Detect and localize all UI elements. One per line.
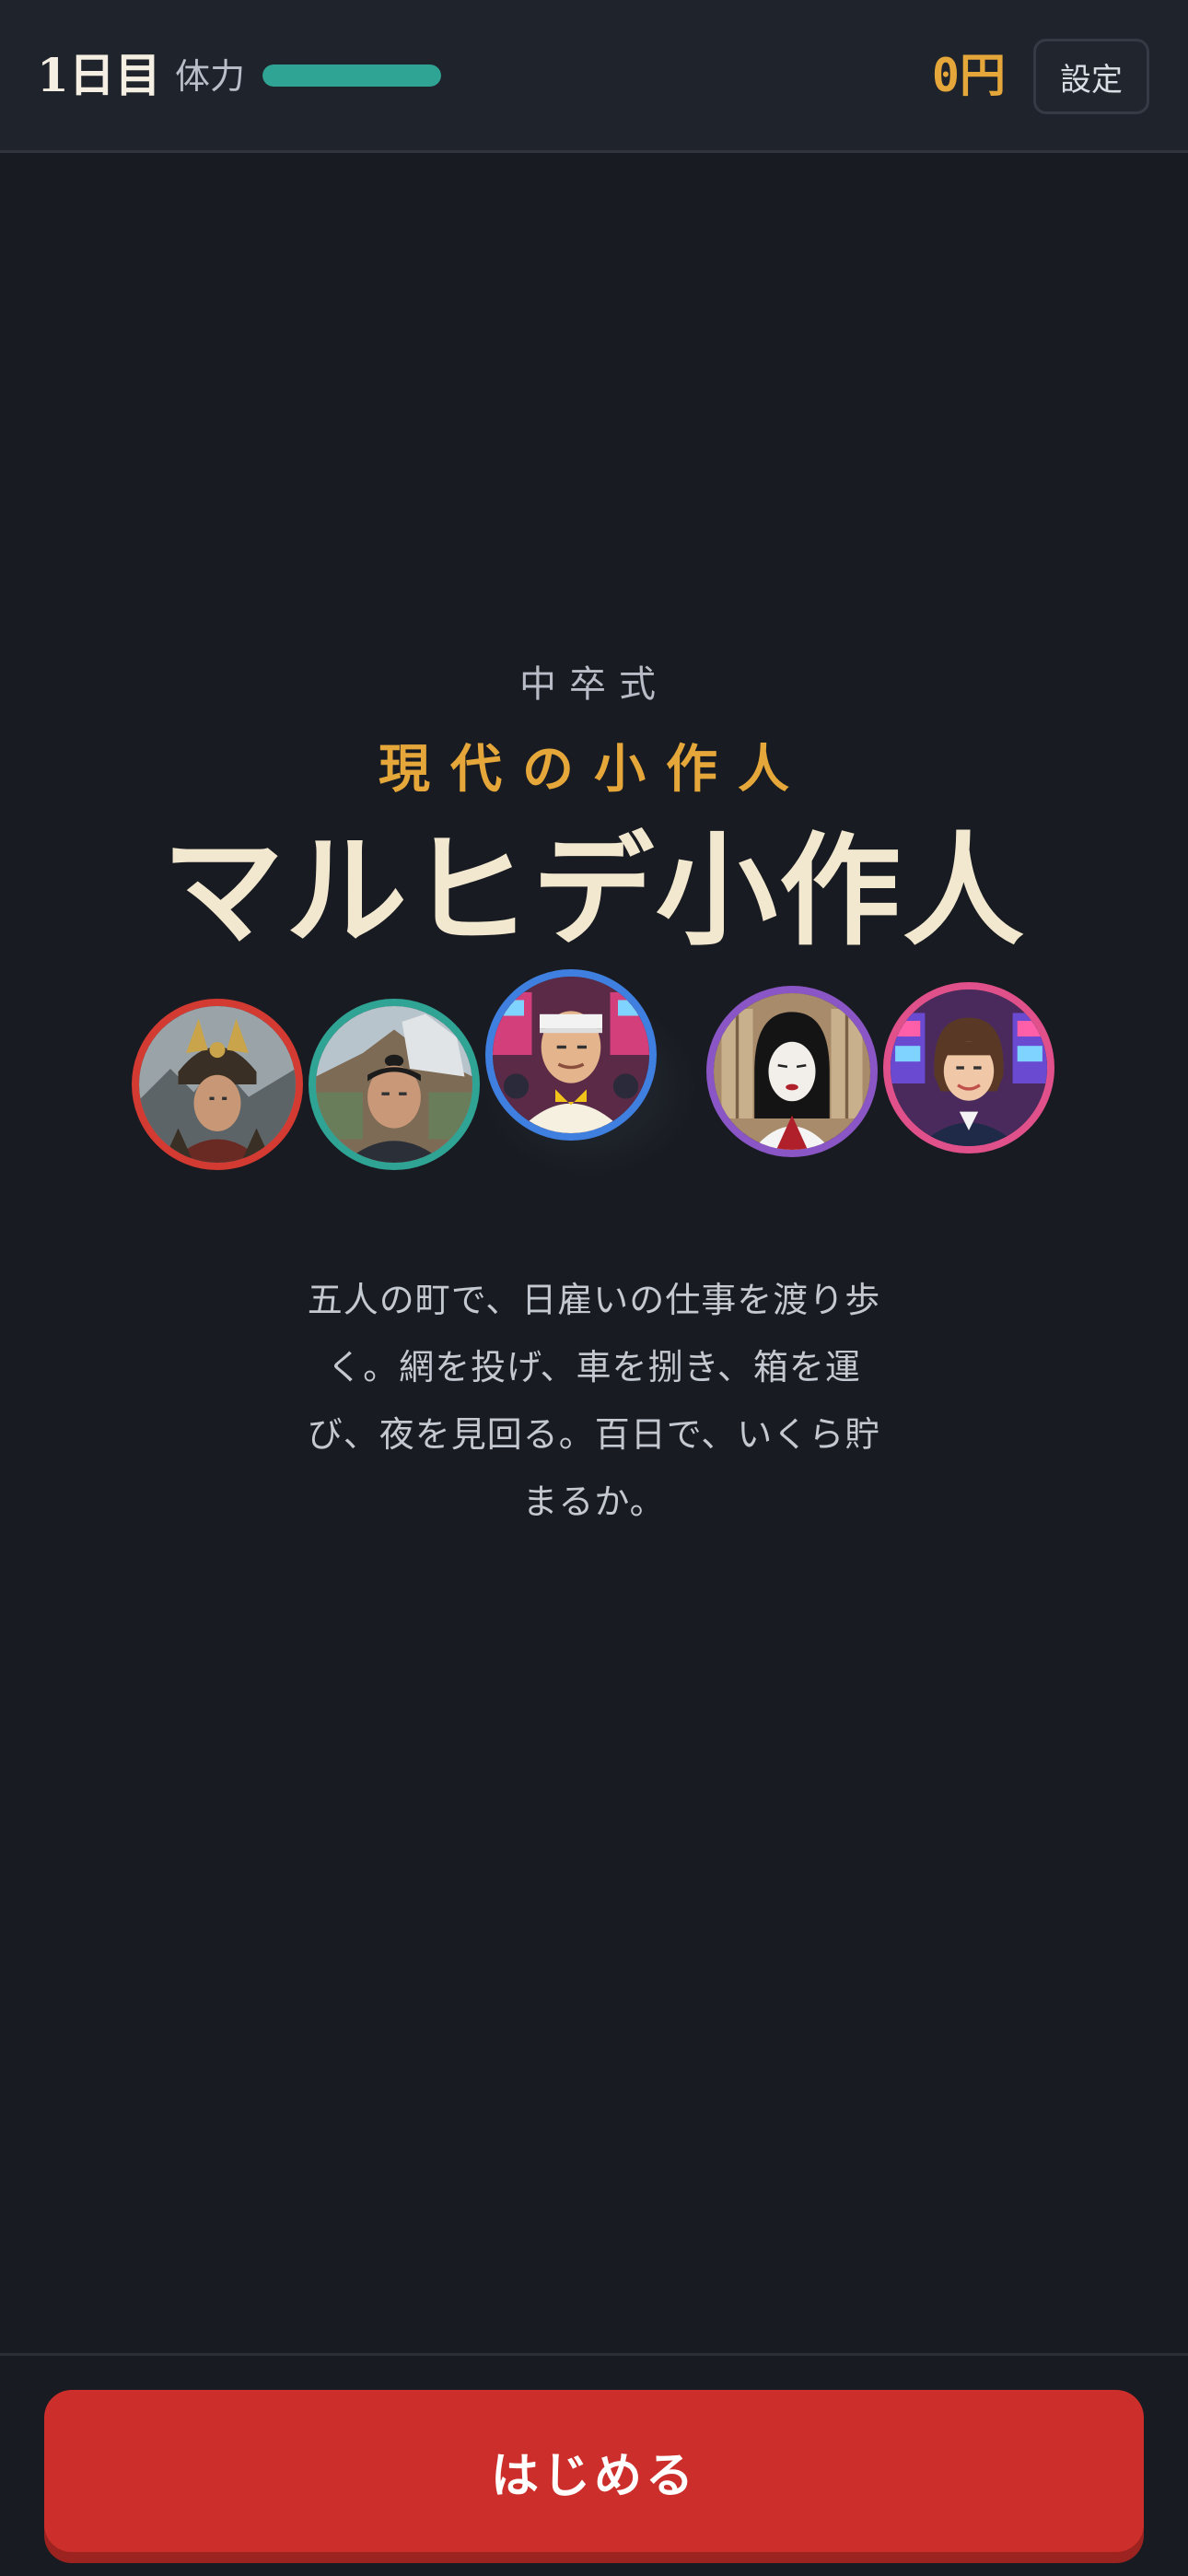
avatar-headband-man	[485, 969, 657, 1141]
title-tagline: 現代の小作人	[379, 739, 809, 800]
white-faced-portrait-icon	[714, 993, 870, 1150]
app-screen: 1日目 体力 0円 設定 中卒式 現代の小作人 マルヒデ小作人 五人の町で、日雇…	[0, 0, 1188, 2576]
pachinko-portrait-icon	[891, 989, 1047, 1146]
stamina-bar	[262, 64, 441, 87]
stamina-bar-fill	[262, 64, 441, 87]
settings-button[interactable]: 設定	[1033, 39, 1149, 114]
game-description: 五人の町で、日雇いの仕事を渡り歩く。網を投げ、車を捌き、箱を運び、夜を見回る。百…	[307, 1280, 881, 1522]
status-header: 1日目 体力 0円 設定	[0, 0, 1188, 153]
game-title: マルヒデ小作人	[162, 820, 1026, 963]
start-button[interactable]: はじめる	[44, 2390, 1144, 2552]
topknot-portrait-icon	[316, 1006, 472, 1163]
avatar-white-faced-woman	[706, 986, 878, 1157]
money-counter: 0円	[931, 49, 1006, 102]
avatar-pachinko-woman	[883, 982, 1054, 1153]
day-counter: 1日目	[37, 48, 161, 102]
samurai-portrait-icon	[139, 1006, 296, 1163]
stamina-label: 体力	[175, 56, 246, 97]
headband-portrait-icon	[493, 977, 649, 1133]
avatar-samurai-general	[132, 999, 303, 1170]
title-prefix: 中卒式	[519, 663, 669, 706]
avatar-topknot-man	[309, 999, 480, 1170]
